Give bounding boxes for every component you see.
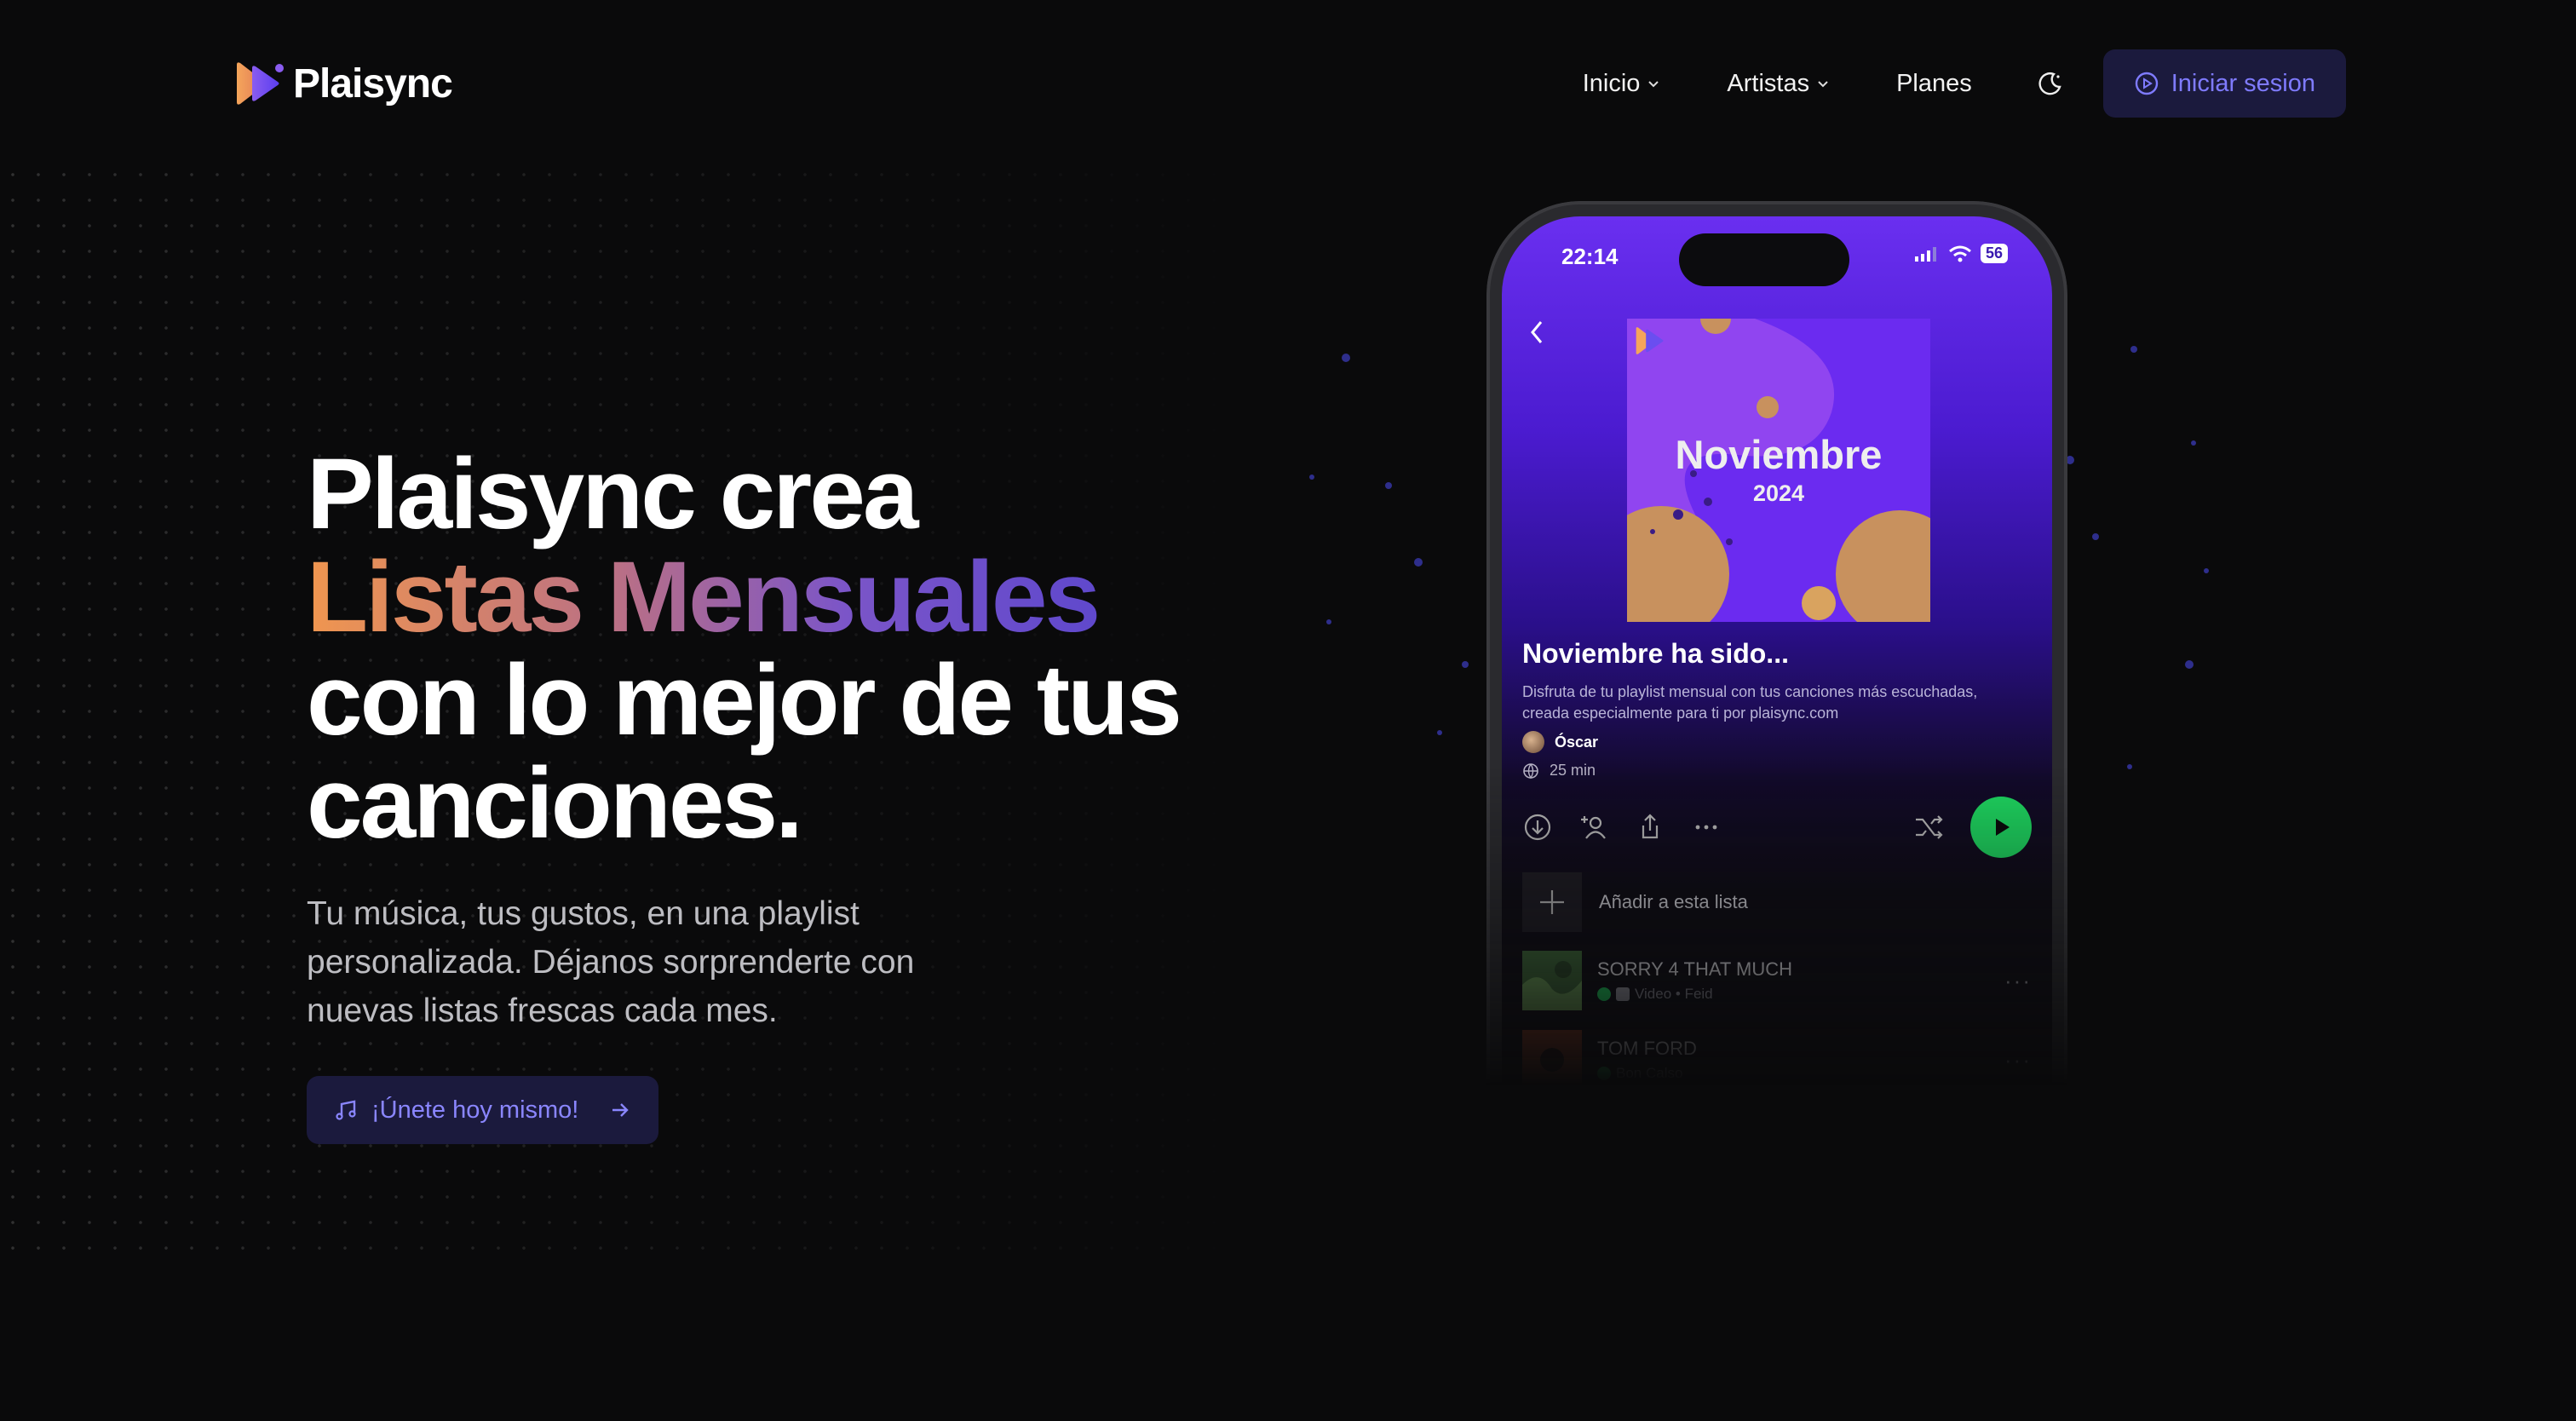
headline-line-1: Plaisync crea [307, 438, 918, 550]
play-circle-icon [2135, 72, 2158, 95]
track-subtitle: Maluma, The Weeknd [1616, 1144, 1757, 1160]
track-more-icon[interactable]: ··· [2004, 968, 2032, 994]
nav-item-planes[interactable]: Planes [1896, 70, 1972, 98]
playlist-duration: 25 min [1522, 762, 1596, 780]
track-row[interactable]: Hawaii Maluma, The Weeknd ··· [1522, 1109, 2032, 1169]
hero-subtitle: Tu música, tus gustos, en una playlist p… [307, 895, 915, 1029]
nav-item-artistas[interactable]: Artistas [1727, 70, 1830, 98]
playlist-title: Noviembre ha sido... [1522, 638, 1789, 669]
nav-item-label: Artistas [1727, 69, 1810, 97]
downloaded-icon [1597, 987, 1611, 1001]
track-subtitle: Bon Calso [1616, 1065, 1683, 1081]
chevron-down-icon [1818, 81, 1828, 88]
wifi-icon [1949, 245, 1971, 262]
cover-logo-icon [1636, 327, 1664, 354]
shuffle-icon[interactable] [1912, 811, 1945, 843]
theme-toggle-button[interactable] [2033, 66, 2067, 101]
nav-item-label: Planes [1896, 69, 1972, 97]
back-chevron-icon[interactable] [1527, 319, 1546, 346]
chevron-down-icon [1648, 81, 1659, 88]
duration-text: 25 min [1550, 762, 1596, 779]
playlist-author[interactable]: Óscar [1522, 731, 1598, 753]
headline-highlight: Listas Mensuales [307, 546, 1286, 649]
phone-screen: 22:14 56 Noviembre 2024 Noviembre ha sid… [1502, 216, 2052, 1191]
downloaded-icon [1597, 1067, 1611, 1080]
cover-year: 2024 [1752, 480, 1805, 506]
playlist-description: Disfruta de tu playlist mensual con tus … [1522, 683, 1978, 722]
add-label: Añadir a esta lista [1599, 891, 1748, 912]
headline-line-4: canciones. [307, 747, 803, 860]
phone-mockup: 22:14 56 Noviembre 2024 Noviembre ha sid… [1486, 201, 2067, 1206]
track-thumbnail [1522, 951, 1582, 1010]
playlist-actions [1522, 796, 2032, 859]
brand-logo[interactable]: Plaisync [233, 60, 453, 107]
track-thumbnail [1522, 1109, 1582, 1169]
share-icon[interactable] [1635, 812, 1665, 843]
cover-title: Noviembre [1675, 432, 1883, 477]
hero-headline: Plaisync crea Listas Mensuales con lo me… [307, 443, 1286, 855]
more-options-icon[interactable] [1691, 812, 1722, 843]
download-icon[interactable] [1522, 812, 1553, 843]
arrow-right-icon [612, 1103, 630, 1117]
login-label: Iniciar sesion [2171, 69, 2315, 97]
add-box [1522, 872, 1582, 932]
track-title: TOM FORD [1597, 1038, 1697, 1059]
logo-icon [237, 62, 284, 105]
cta-label: ¡Únete hoy mismo! [371, 1096, 579, 1124]
battery-level: 56 [1980, 244, 2008, 263]
track-row[interactable]: TOM FORD Bon Calso ··· [1522, 1030, 2032, 1090]
brand-name: Plaisync [293, 60, 453, 106]
track-more-icon[interactable]: ··· [2004, 1047, 2032, 1073]
add-collaborator-icon[interactable] [1578, 812, 1609, 843]
track-title: SORRY 4 THAT MUCH [1597, 958, 1793, 980]
track-subtitle: Video • Feid [1635, 986, 1713, 1002]
track-title: Hawaii [1597, 1117, 1654, 1138]
dynamic-island [1679, 233, 1849, 286]
nav-item-label: Inicio [1582, 69, 1641, 97]
top-navigation: Plaisync Inicio Artistas Planes Iniciar … [233, 49, 2346, 118]
music-notes-icon [336, 1100, 356, 1120]
plus-icon [1540, 890, 1564, 914]
track-row[interactable]: SORRY 4 THAT MUCH Video • Feid ··· [1522, 951, 2032, 1010]
login-button[interactable]: Iniciar sesion [2102, 49, 2346, 118]
downloaded-icon [1597, 1146, 1611, 1159]
playlist-cover: Noviembre 2024 [1627, 319, 1930, 622]
join-cta-button[interactable]: ¡Únete hoy mismo! [307, 1076, 659, 1144]
explicit-icon [1616, 987, 1630, 1001]
signal-icon [1914, 246, 1936, 262]
track-thumbnail [1522, 1030, 1582, 1090]
avatar [1522, 731, 1544, 753]
globe-icon [1523, 762, 1538, 779]
nav-item-inicio[interactable]: Inicio [1583, 70, 1661, 98]
status-time: 22:14 [1561, 244, 1619, 269]
moon-icon [2038, 72, 2061, 95]
play-icon [1996, 819, 2010, 836]
add-to-playlist-row[interactable]: Añadir a esta lista [1522, 872, 2032, 932]
hero-section: Plaisync crea Listas Mensuales con lo me… [307, 443, 1286, 1144]
author-name: Óscar [1555, 733, 1599, 751]
track-more-icon[interactable]: ··· [2004, 1126, 2032, 1153]
play-button[interactable] [1970, 797, 2032, 858]
headline-line-3: con lo mejor de tus [307, 644, 1182, 757]
status-indicators: 56 [1914, 244, 2008, 263]
